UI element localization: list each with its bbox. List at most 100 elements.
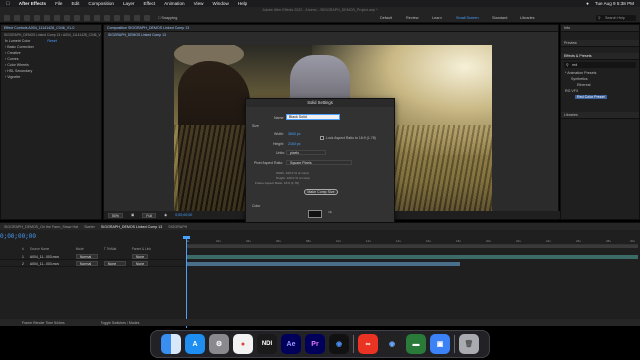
- timeline-tab-straw-hat[interactable]: SIGGRAPH_DEMOS_On the Farm_Straw Hat: [4, 225, 78, 229]
- eraser-tool-icon[interactable]: [124, 14, 130, 21]
- composition-breadcrumb[interactable]: SIGGRAPH_DEMOS Linked Comp 13: [104, 32, 558, 38]
- menu-file[interactable]: File: [55, 1, 62, 6]
- menu-window[interactable]: Window: [212, 1, 228, 6]
- timeline-tab-starter[interactable]: Starter: [84, 225, 95, 229]
- search-help-field[interactable]: ⚲ Search Help: [596, 15, 636, 21]
- layer-duration-bar[interactable]: [186, 255, 638, 259]
- workspace-review[interactable]: Review: [406, 13, 418, 23]
- effect-group-vignette[interactable]: › Vignette: [1, 74, 101, 80]
- apple-icon[interactable]: : [6, 1, 10, 7]
- menu-layer[interactable]: Layer: [123, 1, 135, 6]
- workspace-default[interactable]: Default: [380, 13, 392, 23]
- snapping-checkbox[interactable]: □ Snapping: [158, 16, 177, 20]
- layer-name[interactable]: A004_11...003.mov: [30, 255, 70, 259]
- app-menu[interactable]: After Effects: [19, 1, 46, 6]
- camera-snapshot-icon[interactable]: ◉: [164, 213, 167, 217]
- pan-behind-tool-icon[interactable]: [64, 14, 70, 21]
- menu-view[interactable]: View: [194, 1, 204, 6]
- tree-red-color-preset[interactable]: Red Color Preset: [575, 95, 607, 99]
- zoom-dropdown[interactable]: 50%: [108, 212, 124, 218]
- dock-settings-icon[interactable]: ⚙: [209, 334, 229, 354]
- dock-after-effects-icon[interactable]: Ae: [281, 334, 301, 354]
- menu-edit[interactable]: Edit: [71, 1, 79, 6]
- preview-panel-tab[interactable]: Preview: [561, 40, 639, 47]
- workspace-small-screen[interactable]: Small Screen: [456, 13, 479, 23]
- dock-cinema4d-icon[interactable]: ◉: [329, 334, 349, 354]
- col-source-name[interactable]: Source Name: [30, 247, 70, 252]
- puppet-tool-icon[interactable]: [144, 14, 150, 21]
- layer-row[interactable]: 1 A004_11...003.mov Normal None: [0, 254, 185, 260]
- pixel-aspect-dropdown[interactable]: Square Pixels: [286, 160, 352, 165]
- color-swatch[interactable]: [308, 210, 322, 218]
- dock-app-store-icon[interactable]: A: [185, 334, 205, 354]
- dock-finder-icon[interactable]: [161, 334, 181, 354]
- menubar-clock[interactable]: Tue Aug 9 5:38 PM: [595, 1, 634, 6]
- selection-tool-icon[interactable]: [14, 14, 20, 21]
- toggle-switches-modes[interactable]: Toggle Switches / Modes: [101, 321, 140, 325]
- layer-parent-dropdown[interactable]: None: [131, 261, 149, 266]
- col-parent[interactable]: Parent & Link: [132, 247, 151, 252]
- camera-tool-icon[interactable]: [54, 14, 60, 21]
- type-tool-icon[interactable]: [94, 14, 100, 21]
- dock-creative-cloud-icon[interactable]: ∞: [358, 334, 378, 354]
- layer-name[interactable]: A004_11...003.mov: [30, 262, 70, 266]
- brush-tool-icon[interactable]: [104, 14, 110, 21]
- timeline-tab-siggraph[interactable]: SIGGRAPH: [168, 225, 187, 229]
- workspace-learn[interactable]: Learn: [432, 13, 442, 23]
- shape-tool-icon[interactable]: [74, 14, 80, 21]
- units-dropdown[interactable]: pixels: [286, 150, 326, 155]
- wifi-icon[interactable]: ●: [586, 1, 589, 6]
- search-icon: ⚲: [566, 63, 569, 67]
- layer-parent-dropdown[interactable]: None: [131, 254, 149, 259]
- menu-effect[interactable]: Effect: [143, 1, 155, 6]
- col-trkmat[interactable]: T TrkMat: [104, 247, 126, 252]
- effects-presets-tab[interactable]: Effects & Presets: [561, 53, 639, 60]
- layer-trkmat-dropdown[interactable]: None: [103, 261, 126, 266]
- home-tool-icon[interactable]: [4, 14, 10, 21]
- dock-chrome-icon[interactable]: ●: [233, 334, 253, 354]
- rotate-tool-icon[interactable]: [44, 14, 50, 21]
- hand-tool-icon[interactable]: [24, 14, 30, 21]
- effect-controls-tab[interactable]: Effect Controls A004_11141428_C046_V1-0: [1, 25, 101, 32]
- menu-help[interactable]: Help: [238, 1, 247, 6]
- menu-animation[interactable]: Animation: [164, 1, 184, 6]
- dock-preview-icon[interactable]: ▣: [430, 334, 450, 354]
- viewer-timecode[interactable]: 0;00;00;00: [175, 213, 192, 217]
- dock-ndi-icon[interactable]: NDI: [257, 334, 277, 354]
- workspace-libraries[interactable]: Libraries: [520, 13, 535, 23]
- layer-mode-dropdown[interactable]: Normal: [75, 254, 98, 259]
- workspace-standard[interactable]: Standard: [492, 13, 507, 23]
- height-value[interactable]: 2160 px: [288, 142, 300, 146]
- layer-duration-bar[interactable]: [186, 262, 460, 266]
- composition-tab[interactable]: Composition SIGGRAPH_DEMOS Linked Comp 1…: [104, 25, 558, 32]
- work-area-bar[interactable]: [186, 245, 638, 248]
- menu-composition[interactable]: Composition: [88, 1, 114, 6]
- col-mode[interactable]: Mode: [76, 247, 98, 252]
- timeline-timecode[interactable]: 0;00;00;00: [0, 233, 36, 240]
- resolution-dropdown[interactable]: Full: [142, 212, 157, 218]
- info-panel-tab[interactable]: Info: [561, 25, 639, 32]
- fit-icon[interactable]: ▣: [131, 213, 134, 217]
- libraries-tab[interactable]: Libraries: [561, 112, 639, 119]
- dock-trash-icon[interactable]: 🗑: [459, 334, 479, 354]
- name-input[interactable]: Black Solid: [286, 114, 340, 120]
- ruler-tick: 14s: [396, 239, 401, 243]
- dock-cinema4d-lite-icon[interactable]: ◉: [382, 334, 402, 354]
- eyedropper-icon[interactable]: ✑: [328, 210, 332, 216]
- name-label: Name:: [274, 116, 285, 120]
- dock-premiere-pro-icon[interactable]: Pr: [305, 334, 325, 354]
- make-comp-size-button[interactable]: Make Comp Size: [304, 189, 338, 195]
- width-value[interactable]: 3840 px: [288, 132, 300, 136]
- zoom-tool-icon[interactable]: [34, 14, 40, 21]
- roto-tool-icon[interactable]: [134, 14, 140, 21]
- layer-row[interactable]: 2 A004_11...003.mov Normal None None: [0, 261, 185, 267]
- layer-mode-dropdown[interactable]: Normal: [75, 261, 98, 266]
- effect-reset-link[interactable]: Reset: [47, 39, 56, 43]
- timeline-tab-linked-comp[interactable]: SIGGRAPH_DEMOS Linked Comp 13: [101, 225, 162, 229]
- effects-search-input[interactable]: ⚲ red: [564, 62, 636, 68]
- playhead-line[interactable]: [186, 238, 187, 328]
- lock-aspect-checkbox[interactable]: [320, 136, 324, 140]
- pen-tool-icon[interactable]: [84, 14, 90, 21]
- clone-tool-icon[interactable]: [114, 14, 120, 21]
- dock-monitor-icon[interactable]: ▬: [406, 334, 426, 354]
